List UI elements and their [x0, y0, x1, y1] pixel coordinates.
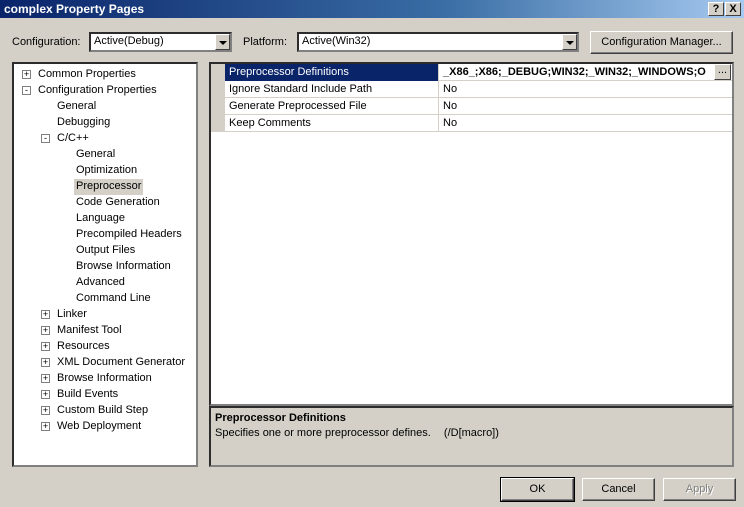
close-button[interactable]: X: [725, 2, 741, 16]
description-text: Specifies one or more preprocessor defin…: [215, 427, 728, 439]
property-value[interactable]: _X86_;X86;_DEBUG;WIN32;_WIN32;_WINDOWS;O: [439, 64, 732, 81]
tree-item-general[interactable]: General: [55, 99, 98, 115]
property-name[interactable]: Generate Preprocessed File: [225, 98, 439, 115]
help-icon: ?: [712, 3, 720, 15]
description-pane: Preprocessor Definitions Specifies one o…: [209, 406, 734, 467]
property-row[interactable]: Ignore Standard Include Path No: [211, 81, 732, 98]
close-icon: X: [729, 3, 737, 15]
collapse-icon[interactable]: -: [22, 86, 31, 95]
configuration-manager-button[interactable]: Configuration Manager...: [590, 31, 733, 54]
tree-item-browse-information[interactable]: Browse Information: [74, 259, 173, 275]
expand-icon[interactable]: +: [41, 390, 50, 399]
property-row[interactable]: Keep Comments No: [211, 115, 732, 132]
chevron-down-icon[interactable]: [562, 34, 577, 50]
row-margin: [211, 81, 225, 98]
description-title: Preprocessor Definitions: [215, 412, 346, 424]
configuration-dropdown[interactable]: Active(Debug): [89, 32, 232, 52]
tree-item-cpp[interactable]: C/C++: [55, 131, 91, 147]
tree-item-code-generation[interactable]: Code Generation: [74, 195, 162, 211]
expand-icon[interactable]: +: [41, 422, 50, 431]
row-margin: [211, 64, 225, 81]
expand-icon[interactable]: +: [22, 70, 31, 79]
platform-value: Active(Win32): [302, 35, 371, 47]
tree-item-browse-information-top[interactable]: Browse Information: [55, 371, 154, 387]
tree-item-precompiled-headers[interactable]: Precompiled Headers: [74, 227, 184, 243]
tree-item-web-deployment[interactable]: Web Deployment: [55, 419, 143, 435]
expand-icon[interactable]: +: [41, 374, 50, 383]
collapse-icon[interactable]: -: [41, 134, 50, 143]
tree-item-language[interactable]: Language: [74, 211, 127, 227]
property-grid[interactable]: Preprocessor Definitions _X86_;X86;_DEBU…: [209, 62, 734, 406]
tree-item-preprocessor[interactable]: Preprocessor: [74, 179, 144, 195]
tree-item-xml-document-generator[interactable]: XML Document Generator: [55, 355, 187, 371]
tree-item-linker[interactable]: Linker: [55, 307, 89, 323]
expand-icon[interactable]: +: [41, 358, 50, 367]
description-switch: (/D[macro]): [443, 427, 499, 439]
platform-label: Platform:: [243, 36, 288, 48]
tree-item-common-properties[interactable]: Common Properties: [36, 67, 138, 83]
tree-item-optimization[interactable]: Optimization: [74, 163, 139, 179]
configuration-value: Active(Debug): [94, 35, 164, 47]
tree-item-advanced[interactable]: Advanced: [74, 275, 127, 291]
tree-item-build-events[interactable]: Build Events: [55, 387, 120, 403]
property-name[interactable]: Preprocessor Definitions: [225, 64, 439, 81]
description-body: Specifies one or more preprocessor defin…: [215, 427, 431, 439]
tree-item-manifest-tool[interactable]: Manifest Tool: [55, 323, 124, 339]
tree-item-command-line[interactable]: Command Line: [74, 291, 153, 307]
tree-item-debugging[interactable]: Debugging: [55, 115, 112, 131]
apply-button[interactable]: Apply: [663, 478, 736, 501]
tree-item-custom-build-step[interactable]: Custom Build Step: [55, 403, 150, 419]
expand-icon[interactable]: +: [41, 310, 50, 319]
property-tree[interactable]: + Common Properties - Configuration Prop…: [12, 62, 198, 467]
help-button[interactable]: ?: [708, 2, 724, 16]
cancel-button[interactable]: Cancel: [582, 478, 655, 501]
configuration-label: Configuration:: [12, 36, 81, 48]
property-row[interactable]: Preprocessor Definitions _X86_;X86;_DEBU…: [211, 64, 732, 81]
property-name[interactable]: Keep Comments: [225, 115, 439, 132]
ellipsis-button[interactable]: ...: [714, 64, 731, 80]
tree-item-configuration-properties[interactable]: Configuration Properties: [36, 83, 159, 99]
expand-icon[interactable]: +: [41, 342, 50, 351]
property-value[interactable]: No: [439, 115, 732, 132]
row-margin: [211, 98, 225, 115]
property-value[interactable]: No: [439, 81, 732, 98]
ok-button[interactable]: OK: [500, 477, 575, 502]
expand-icon[interactable]: +: [41, 406, 50, 415]
property-name[interactable]: Ignore Standard Include Path: [225, 81, 439, 98]
platform-dropdown[interactable]: Active(Win32): [297, 32, 579, 52]
title-bar: complex Property Pages: [0, 0, 744, 18]
window-title: complex Property Pages: [4, 2, 145, 16]
tree-item-output-files[interactable]: Output Files: [74, 243, 137, 259]
tree-item-cpp-general[interactable]: General: [74, 147, 117, 163]
expand-icon[interactable]: +: [41, 326, 50, 335]
property-value[interactable]: No: [439, 98, 732, 115]
chevron-down-icon[interactable]: [215, 34, 230, 50]
row-margin: [211, 115, 225, 132]
property-row[interactable]: Generate Preprocessed File No: [211, 98, 732, 115]
tree-item-resources[interactable]: Resources: [55, 339, 112, 355]
